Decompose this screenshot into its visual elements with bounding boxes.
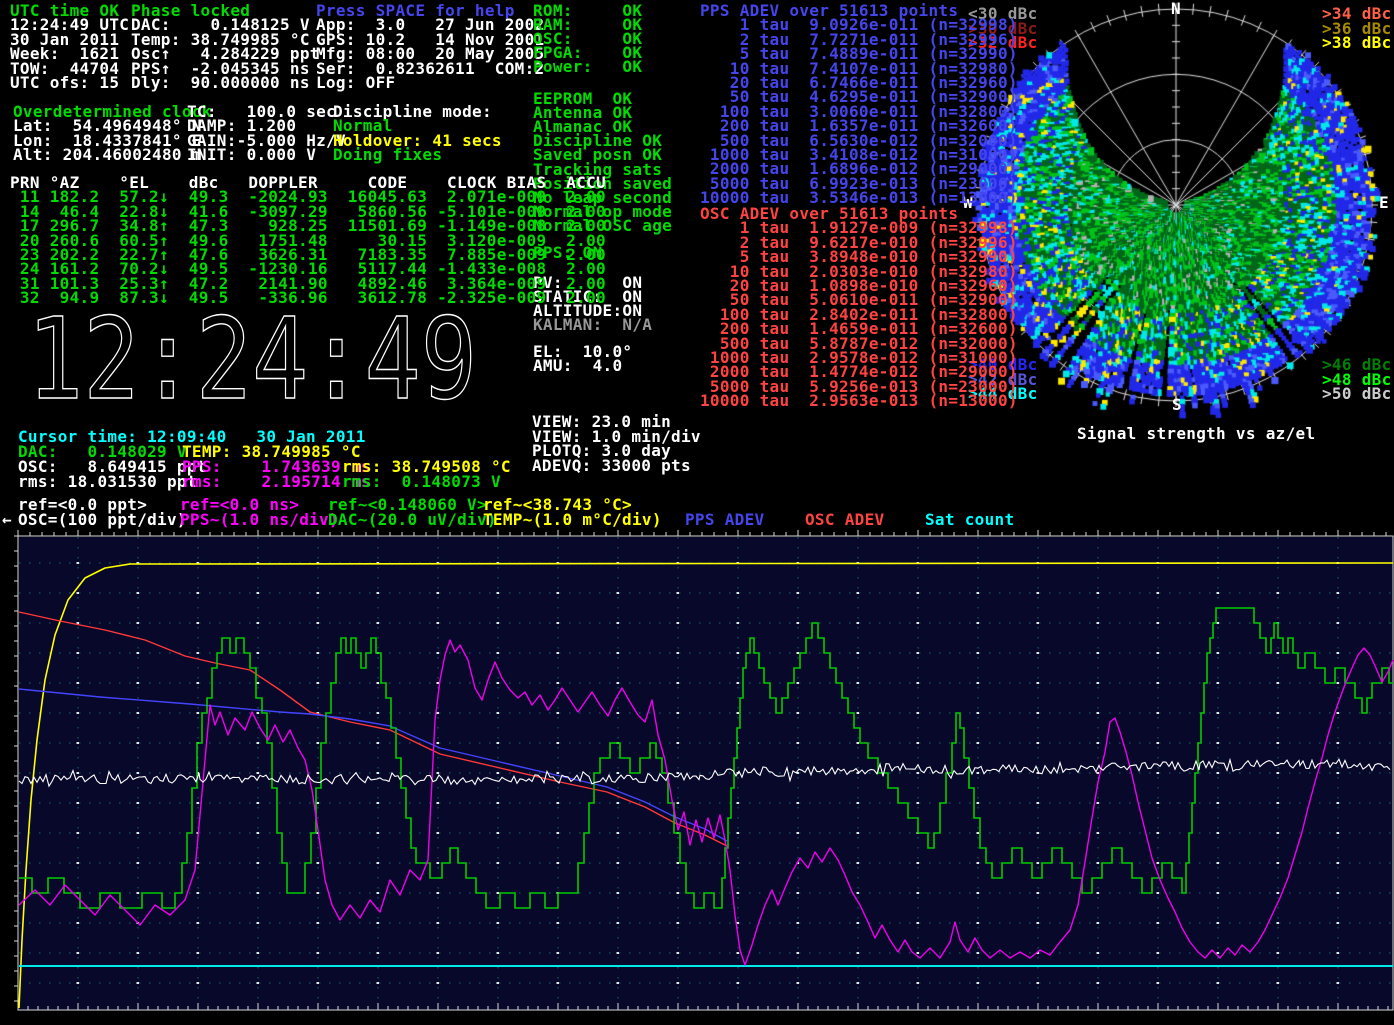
lady-heather-screen: 12:24:49 UTC time OK12:24:49 UTC30 Jan 2… xyxy=(0,0,1394,1025)
polar-caption-l0: Signal strength vs az/el xyxy=(1077,427,1315,442)
view-block-l3: ADEVQ: 33000 pts xyxy=(532,459,691,474)
plot-key-sat-count-l0: Sat count xyxy=(925,513,1014,528)
polar-legend-se-l2: >50 dBc xyxy=(1322,387,1392,402)
sat-table-row-7: 32 94.9 87.3↓ 49.5 -336.96 3612.78 -2.32… xyxy=(10,291,606,306)
polar-legend-ne-l2: >38 dBc xyxy=(1322,36,1392,51)
cursor-col3-l1: rms: 0.148073 V xyxy=(342,475,501,490)
history-plot-area[interactable] xyxy=(0,530,1394,1025)
ref-col-temp-l1: TEMP~(1.0 m°C/div) xyxy=(483,513,662,528)
hw-status-block-l4: Power: OK xyxy=(533,60,642,75)
ref-col-dac-l1: DAC~(20.0 uV/div) xyxy=(328,513,497,528)
tc-block-l3: INIT: 0.000 V xyxy=(187,148,316,163)
help-block-l5: Log: OFF xyxy=(316,76,395,91)
discipline-block-l3: Doing fixes xyxy=(333,148,442,163)
compass-s-l0: S xyxy=(1172,398,1182,413)
fix-flags-block-l3: KALMAN: N/A xyxy=(533,318,652,333)
compass-e-l0: E xyxy=(1379,196,1389,211)
plot-background xyxy=(19,537,1393,1010)
el-amu-block-l1: AMU: 4.0 xyxy=(533,359,622,374)
plot-key-osc-adev-l0: OSC ADEV xyxy=(805,513,884,528)
ref-col-osc-l1: OSC=(100 ppt/div) xyxy=(18,513,187,528)
overdetermined-block-l3: Alt: 204.46002480 m xyxy=(13,148,202,163)
cursor-col1-l2: rms: 18.031530 ppt xyxy=(18,475,197,490)
utc-block-l5: UTC ofs: 15 xyxy=(10,76,119,91)
phase-block-l5: Dly: 90.000000 ns xyxy=(131,76,310,91)
scroll-arrow-l0: ← xyxy=(2,513,12,528)
ref-col-pps-l1: PPS~(1.0 ns/div) xyxy=(180,513,339,528)
big-clock-text: 12:24:49 xyxy=(27,306,477,406)
osc-adev-row-12: 10000 tau 2.9563e-013 (n=13000) xyxy=(700,394,1018,409)
plot-key-pps-adev-l0: PPS ADEV xyxy=(685,513,764,528)
compass-n-l0: N xyxy=(1171,2,1181,17)
big-digital-clock: 12:24:49 xyxy=(20,306,485,406)
